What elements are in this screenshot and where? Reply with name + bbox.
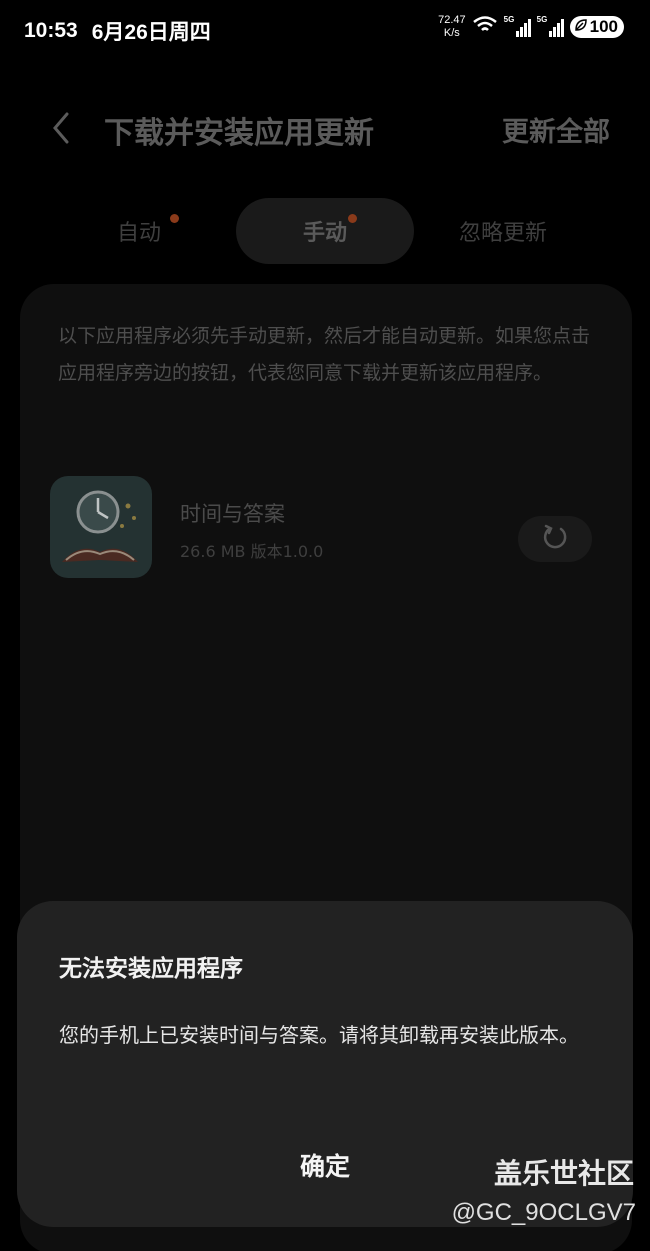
tab-auto-badge-dot (170, 214, 179, 223)
dialog-message: 您的手机上已安装时间与答案。请将其卸载再安装此版本。 (59, 1023, 579, 1047)
app-list-item[interactable]: 时间与答案 26.6 MB 版本1.0.0 (50, 476, 610, 580)
back-arrow-icon[interactable] (46, 108, 76, 148)
app-name: 时间与答案 (180, 502, 285, 526)
app-size-version: 26.6 MB 版本1.0.0 (180, 542, 324, 561)
app-bar: 下载并安装应用更新 更新全部 (0, 100, 650, 158)
tab-ignored-label: 忽略更新 (458, 221, 547, 246)
page-title: 下载并安装应用更新 (104, 116, 374, 151)
tab-auto[interactable]: 自动 (50, 198, 228, 264)
refresh-icon (541, 523, 569, 555)
watermark-brand: 盖乐世社区 (493, 1157, 634, 1190)
dialog-title: 无法安装应用程序 (59, 956, 243, 982)
tab-auto-label: 自动 (116, 221, 161, 246)
tab-manual-label: 手动 (302, 221, 347, 246)
tab-bar: 自动 手动 忽略更新 (50, 198, 600, 264)
update-app-button[interactable] (518, 516, 592, 562)
update-all-button[interactable]: 更新全部 (502, 110, 610, 149)
watermark-user-id: @GC_9OCLGV7 (451, 1199, 636, 1226)
tab-manual[interactable]: 手动 (236, 198, 414, 264)
tab-manual-badge-dot (348, 214, 357, 223)
tab-ignored[interactable]: 忽略更新 (414, 198, 592, 264)
app-icon-clock-book (50, 476, 152, 578)
manual-update-notice: 以下应用程序必须先手动更新，然后才能自动更新。如果您点击应用程序旁边的按钮，代表… (58, 325, 591, 384)
dialog-confirm-button[interactable]: 确定 (245, 1141, 405, 1189)
